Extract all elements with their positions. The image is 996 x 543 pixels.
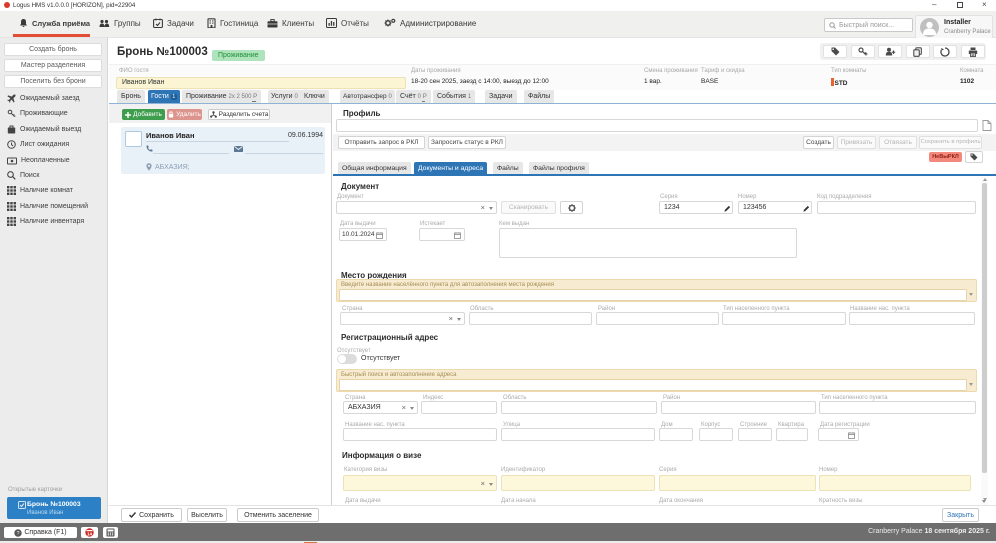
svg-text:?: ? (17, 531, 20, 537)
svg-text:14: 14 (87, 531, 93, 536)
